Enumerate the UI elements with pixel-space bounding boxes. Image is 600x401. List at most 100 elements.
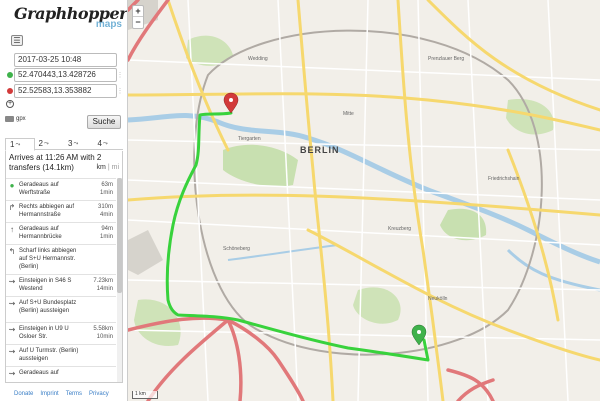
turn-right-icon: ↱ bbox=[8, 203, 16, 212]
instruction-dist: 63m bbox=[101, 182, 113, 188]
instruction-time: 10min bbox=[96, 334, 113, 340]
instruction-list: ● Geradeaus auf Werftstraße 63m 1min ↱ Re… bbox=[6, 178, 116, 380]
footer-link-donate[interactable]: Donate bbox=[14, 391, 33, 397]
tab-route-4[interactable]: 4 ⤳ bbox=[94, 138, 123, 150]
instruction-text: Scharf links abbiegen auf S+U Hermannstr… bbox=[19, 248, 77, 270]
tab-route-3[interactable]: 3 ⤳ bbox=[64, 138, 93, 150]
unit-switch[interactable]: km | mi bbox=[97, 164, 119, 171]
instruction-text: Geradeaus auf bbox=[19, 370, 59, 376]
instruction-text: Geradeaus auf Hermannbrücke bbox=[19, 226, 62, 240]
turn-sharp-left-icon: ↰ bbox=[8, 247, 16, 256]
instruction-distance bbox=[85, 347, 113, 355]
transit-icon: ⇝ bbox=[8, 347, 16, 356]
transit-icon: ⇝ bbox=[8, 325, 16, 334]
footer-link-imprint[interactable]: Imprint bbox=[40, 391, 58, 397]
district-label: Friedrichshain bbox=[488, 176, 520, 182]
tab-label: 3 bbox=[68, 139, 73, 148]
route-tabs: 1 ⤳ 2 ⤳ 3 ⤳ 4 ⤳ bbox=[5, 138, 123, 151]
instruction-dist: 310m bbox=[97, 204, 113, 210]
gpx-label: gpx bbox=[16, 116, 26, 122]
instruction-dist: 94m bbox=[101, 226, 113, 232]
instruction-item[interactable]: ⇝ Geradeaus auf bbox=[6, 366, 116, 380]
district-label: Mitte bbox=[343, 111, 354, 117]
instruction-item[interactable]: ⇝ Einsteigen in S46 S Westend 7.23km 14mi… bbox=[6, 274, 116, 296]
instruction-distance: 310m 4min bbox=[85, 203, 113, 219]
start-row: 52.470443,13.428726 ⋮ bbox=[5, 68, 124, 82]
instruction-dist: 7.23km bbox=[93, 278, 113, 284]
start-drag-handle-icon[interactable]: ⋮ bbox=[117, 68, 124, 82]
transit-icon: ⇝ bbox=[8, 277, 16, 286]
instruction-time: 1min bbox=[99, 190, 113, 196]
tab-label: 1 bbox=[10, 139, 15, 149]
route-summary: Arrives at 11:26 AM with 2 transfers (14… bbox=[9, 153, 102, 172]
tab-label: 2 bbox=[38, 139, 43, 148]
instruction-distance: 63m 1min bbox=[85, 181, 113, 197]
tab-route-2[interactable]: 2 ⤳ bbox=[35, 138, 64, 150]
instruction-distance bbox=[85, 247, 113, 255]
instructions-scrollbar-thumb[interactable] bbox=[117, 178, 122, 293]
instruction-text: Einsteigen in S46 S Westend bbox=[19, 278, 72, 292]
end-input[interactable]: 52.52583,13.353882 bbox=[14, 84, 117, 98]
city-label: BERLIN bbox=[300, 145, 340, 155]
search-button[interactable]: Suche bbox=[87, 115, 121, 129]
instruction-distance bbox=[85, 369, 113, 377]
unit-separator: | bbox=[107, 164, 110, 171]
park-area bbox=[186, 35, 233, 66]
straight-icon: ↑ bbox=[10, 225, 14, 234]
layers-icon[interactable]: ☰ bbox=[11, 35, 23, 46]
instruction-time: 4min bbox=[99, 212, 113, 218]
instruction-distance bbox=[85, 299, 113, 307]
map-canvas[interactable]: Wedding Mitte Prenzlauer Berg Kreuzberg … bbox=[128, 0, 600, 401]
add-point-icon[interactable]: + bbox=[6, 100, 14, 108]
instruction-text: Einsteigen in U9 U Osloer Str. bbox=[19, 326, 69, 340]
logo-sub-text: maps bbox=[95, 19, 122, 30]
tab-route-1[interactable]: 1 ⤳ bbox=[5, 138, 35, 151]
gpx-icon bbox=[5, 116, 14, 122]
instruction-distance: 5.58km 10min bbox=[85, 325, 113, 341]
instruction-dist: 5.58km bbox=[93, 326, 113, 332]
end-drag-handle-icon[interactable]: ⋮ bbox=[117, 84, 124, 98]
zoom-out-button[interactable]: − bbox=[133, 17, 143, 28]
route-result-panel: Arrives at 11:26 AM with 2 transfers (14… bbox=[5, 151, 123, 383]
time-input[interactable]: 2017-03-25 10:48 bbox=[14, 53, 117, 67]
gpx-export[interactable]: gpx bbox=[5, 116, 26, 122]
end-row: 52.52583,13.353882 ⋮ bbox=[5, 84, 124, 98]
instruction-text: Auf S+U Bundesplatz (Berlin) aussteigen bbox=[19, 300, 77, 314]
transit-icon: ⇝ bbox=[8, 299, 16, 308]
instruction-item[interactable]: ↑ Geradeaus auf Hermannbrücke 94m 1min bbox=[6, 222, 116, 244]
footer-link-terms[interactable]: Terms bbox=[66, 391, 82, 397]
footer-links: Donate Imprint Terms Privacy bbox=[0, 387, 127, 401]
time-drag-handle bbox=[117, 53, 123, 67]
sidebar: Graphhopper maps ☰ 2017-03-25 10:48 52.4… bbox=[0, 0, 128, 401]
instruction-distance: 7.23km 14min bbox=[85, 277, 113, 293]
instruction-item[interactable]: ↰ Scharf links abbiegen auf S+U Hermanns… bbox=[6, 244, 116, 274]
time-row: 2017-03-25 10:48 bbox=[5, 53, 123, 67]
instruction-text: Auf U Turmstr. (Berlin) aussteigen bbox=[19, 348, 79, 362]
instruction-item[interactable]: ⇝ Auf S+U Bundesplatz (Berlin) aussteige… bbox=[6, 296, 116, 322]
instruction-distance: 94m 1min bbox=[85, 225, 113, 241]
district-label: Neukölln bbox=[428, 296, 448, 302]
instruction-text: Rechts abbiegen auf Hermannstraße bbox=[19, 204, 75, 218]
scale-bar: 1 km bbox=[132, 391, 158, 399]
district-label: Schöneberg bbox=[223, 246, 250, 252]
instruction-text: Geradeaus auf Werftstraße bbox=[19, 182, 59, 196]
zoom-in-button[interactable]: + bbox=[133, 6, 143, 17]
instruction-item[interactable]: ⇝ Auf U Turmstr. (Berlin) aussteigen bbox=[6, 344, 116, 366]
instruction-item[interactable]: ↱ Rechts abbiegen auf Hermannstraße 310m… bbox=[6, 200, 116, 222]
footer-link-privacy[interactable]: Privacy bbox=[89, 391, 109, 397]
route-icon: ⤳ bbox=[15, 141, 21, 148]
unit-km[interactable]: km bbox=[97, 164, 106, 171]
zoom-control: + − bbox=[132, 5, 144, 29]
marker-icon: ● bbox=[9, 181, 15, 190]
instruction-item[interactable]: ⇝ Einsteigen in U9 U Osloer Str. 5.58km 1… bbox=[6, 322, 116, 344]
route-icon: ⤳ bbox=[73, 141, 79, 147]
district-label: Prenzlauer Berg bbox=[428, 56, 464, 62]
graphhopper-logo[interactable]: Graphhopper maps bbox=[14, 4, 127, 32]
transit-icon: ⇝ bbox=[8, 369, 16, 378]
map-view[interactable]: Wedding Mitte Prenzlauer Berg Kreuzberg … bbox=[128, 0, 600, 401]
district-label: Kreuzberg bbox=[388, 226, 411, 232]
start-input[interactable]: 52.470443,13.428726 bbox=[14, 68, 117, 82]
unit-mi[interactable]: mi bbox=[112, 164, 119, 171]
instruction-item[interactable]: ● Geradeaus auf Werftstraße 63m 1min bbox=[6, 178, 116, 200]
end-map-marker[interactable] bbox=[223, 92, 239, 114]
